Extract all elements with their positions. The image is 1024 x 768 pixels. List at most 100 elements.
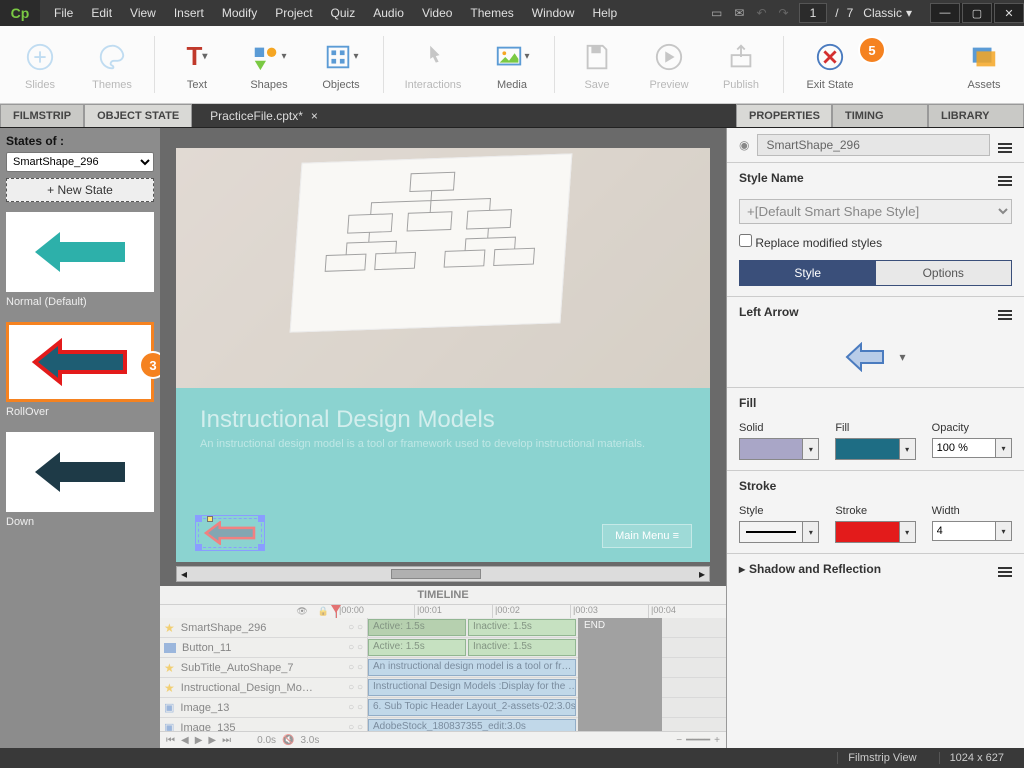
style-name-select[interactable]: +[Default Smart Shape Style] xyxy=(739,199,1012,224)
undo-icon[interactable]: ↶ xyxy=(756,6,766,20)
tl-mute-icon[interactable]: 🔇 xyxy=(282,735,294,746)
stage[interactable]: Instructional Design Models An instructi… xyxy=(176,148,710,562)
menu-themes[interactable]: Themes xyxy=(462,2,521,24)
main-menu-button[interactable]: Main Menu ≡ xyxy=(602,524,692,548)
timeline-row[interactable]: ▣Image_13○ ○ 6. Sub Topic Header Layout_… xyxy=(160,698,726,718)
panel-menu-icon[interactable] xyxy=(998,305,1012,319)
mail-icon[interactable]: ✉ xyxy=(734,6,744,20)
ribbon-themes[interactable]: Themes xyxy=(76,28,148,101)
stroke-color-swatch[interactable]: ▾ xyxy=(835,521,915,543)
tab-filmstrip[interactable]: FILMSTRIP xyxy=(0,104,84,127)
workspace-switcher[interactable]: Classic▾ xyxy=(853,6,922,20)
ribbon-objects[interactable]: ▾Objects xyxy=(305,28,377,101)
menu-insert[interactable]: Insert xyxy=(166,2,212,24)
fill-swatch[interactable]: ▾ xyxy=(835,438,915,460)
ribbon-text[interactable]: T▾Text xyxy=(161,28,233,101)
ribbon-toolbar: Slides Themes T▾Text ▾Shapes ▾Objects In… xyxy=(0,26,1024,104)
tl-first-icon[interactable]: ⏮ xyxy=(166,735,175,746)
shape-picker-dropdown[interactable]: ▾ xyxy=(899,350,905,364)
file-tab[interactable]: PracticeFile.cptx* × xyxy=(200,104,328,127)
ribbon-assets[interactable]: Assets xyxy=(948,28,1020,101)
ribbon-slides[interactable]: Slides xyxy=(4,28,76,101)
tl-play-icon[interactable]: ▶ xyxy=(195,735,203,746)
tab-style[interactable]: Style xyxy=(740,261,876,285)
status-dimensions: 1024 x 627 xyxy=(939,752,1014,764)
menu-edit[interactable]: Edit xyxy=(83,2,120,24)
stage-h-scrollbar[interactable]: ◂▸ xyxy=(176,566,710,582)
panel-menu-icon[interactable] xyxy=(998,562,1012,576)
redo-icon[interactable]: ↷ xyxy=(779,6,789,20)
layout-icon[interactable]: ▭ xyxy=(711,6,722,20)
stage-title-band: Instructional Design Models An instructi… xyxy=(176,388,710,562)
ribbon-save[interactable]: Save xyxy=(561,28,633,101)
menu-project[interactable]: Project xyxy=(267,2,320,24)
menu-file[interactable]: File xyxy=(46,2,81,24)
tab-object-state[interactable]: OBJECT STATE xyxy=(84,104,192,127)
menu-audio[interactable]: Audio xyxy=(365,2,412,24)
state-thumb-normal[interactable] xyxy=(6,212,154,292)
playhead[interactable] xyxy=(336,605,337,618)
ribbon-media[interactable]: ▾Media xyxy=(476,28,548,101)
states-of-label: States of : xyxy=(6,134,154,148)
page-current[interactable]: 1 xyxy=(799,3,828,23)
menu-modify[interactable]: Modify xyxy=(214,2,265,24)
state-object-select[interactable]: SmartShape_296 xyxy=(6,152,154,172)
state-thumb-down[interactable] xyxy=(6,432,154,512)
state-label-down: Down xyxy=(6,516,154,528)
timeline-row[interactable]: ▣Image_135○ ○ AdobeStock_180837355_edit:… xyxy=(160,718,726,731)
visibility-icon[interactable]: ◉ xyxy=(739,138,749,152)
tab-timing[interactable]: TIMING xyxy=(832,104,928,127)
opacity-input[interactable]: ▾ xyxy=(932,438,1012,458)
page-total: 7 xyxy=(847,6,854,20)
lock-icon[interactable]: 🔒 xyxy=(318,606,329,617)
menu-quiz[interactable]: Quiz xyxy=(323,2,364,24)
menu-video[interactable]: Video xyxy=(414,2,460,24)
object-state-panel: States of : SmartShape_296 + New State N… xyxy=(0,128,160,748)
stroke-style-select[interactable]: ▾ xyxy=(739,521,819,543)
solid-swatch[interactable]: ▾ xyxy=(739,438,819,460)
stage-background-photo xyxy=(176,148,710,388)
ribbon-interactions[interactable]: Interactions xyxy=(390,28,476,101)
menu-view[interactable]: View xyxy=(122,2,164,24)
timeline-row[interactable]: ★Instructional_Design_Mo…○ ○ Instruction… xyxy=(160,678,726,698)
center-area: Instructional Design Models An instructi… xyxy=(160,128,726,748)
ribbon-publish[interactable]: Publish xyxy=(705,28,777,101)
tl-next-icon[interactable]: ▶ xyxy=(208,735,216,746)
style-name-section: Style Name xyxy=(727,162,1024,193)
maximize-button[interactable]: ▢ xyxy=(962,3,992,23)
replace-styles-checkbox[interactable]: Replace modified styles xyxy=(739,236,882,250)
timeline-footer: ⏮ ◀ ▶ ▶ ⏭ 0.0s 🔇 3.0s −━━━━+ xyxy=(160,731,726,748)
shadow-section[interactable]: ▸ Shadow and Reflection xyxy=(727,553,1024,584)
minimize-button[interactable]: — xyxy=(930,3,960,23)
stage-title: Instructional Design Models xyxy=(200,406,686,434)
stage-subtitle: An instructional design model is a tool … xyxy=(200,438,686,450)
stroke-width-input[interactable]: ▾ xyxy=(932,521,1012,541)
tl-last-icon[interactable]: ⏭ xyxy=(222,735,231,746)
document-tabs-row: FILMSTRIP OBJECT STATE PracticeFile.cptx… xyxy=(0,104,1024,128)
state-thumb-rollover[interactable]: 3 xyxy=(6,322,154,402)
eye-icon[interactable]: 👁 xyxy=(296,606,307,617)
close-file-icon[interactable]: × xyxy=(311,109,318,123)
zoom-out-icon[interactable]: − xyxy=(676,735,682,746)
notepad-graphic xyxy=(290,153,573,332)
close-button[interactable]: ✕ xyxy=(994,3,1024,23)
panel-menu-icon[interactable] xyxy=(998,171,1012,185)
timeline-row[interactable]: ★SubTitle_AutoShape_7○ ○ An instructiona… xyxy=(160,658,726,678)
object-name-field[interactable]: SmartShape_296 xyxy=(757,134,990,156)
ribbon-shapes[interactable]: ▾Shapes xyxy=(233,28,305,101)
tab-library[interactable]: LIBRARY xyxy=(928,104,1024,127)
ribbon-exit-state[interactable]: Exit State 5 xyxy=(790,28,870,101)
tab-options[interactable]: Options xyxy=(876,261,1012,285)
callout-3: 3 xyxy=(141,353,160,377)
tl-prev-icon[interactable]: ◀ xyxy=(181,735,189,746)
tab-properties[interactable]: PROPERTIES xyxy=(736,104,832,127)
menu-window[interactable]: Window xyxy=(524,2,583,24)
timeline-row[interactable]: ★SmartShape_296○ ○ Active: 1.5sInactive:… xyxy=(160,618,726,638)
timeline-row[interactable]: Button_11○ ○ Active: 1.5sInactive: 1.5s xyxy=(160,638,726,658)
new-state-button[interactable]: + New State xyxy=(6,178,154,202)
selected-shape-arrow[interactable] xyxy=(198,518,262,548)
zoom-in-icon[interactable]: + xyxy=(714,735,720,746)
panel-menu-icon[interactable] xyxy=(998,138,1012,152)
menu-help[interactable]: Help xyxy=(584,2,625,24)
ribbon-preview[interactable]: Preview xyxy=(633,28,705,101)
